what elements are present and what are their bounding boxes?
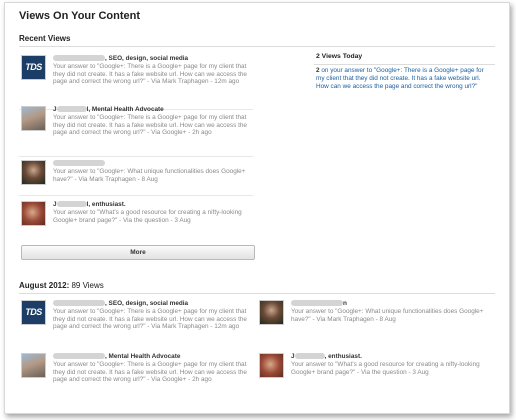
month-views: 89 Views xyxy=(71,281,104,290)
viewer-name[interactable]: l, Mental Health Advocate xyxy=(87,106,164,113)
recent-views-heading: Recent Views xyxy=(19,34,71,43)
redacted-name xyxy=(294,353,325,360)
view-snippet: Your answer to "Google+: What unique fun… xyxy=(53,167,246,183)
tds-logo-icon: TDS xyxy=(21,55,46,80)
avatar xyxy=(259,353,284,378)
divider xyxy=(19,46,495,47)
avatar xyxy=(21,353,46,378)
month-label: August 2012: xyxy=(19,281,70,290)
viewer-name[interactable]: , SEO, design, social media xyxy=(105,55,188,62)
viewer-name-initial: J xyxy=(53,106,57,113)
redacted-name xyxy=(56,106,87,113)
redacted-name xyxy=(56,201,87,208)
viewer-name[interactable]: , Mental Health Advocate xyxy=(105,353,180,360)
divider xyxy=(314,64,495,65)
view-snippet: Your answer to "Google+: There is a Goog… xyxy=(53,62,247,86)
redacted-name xyxy=(53,300,105,307)
viewer-name[interactable]: l, enthusiast. xyxy=(87,201,126,208)
view-snippet: Your answer to "Google+: There is a Goog… xyxy=(53,360,247,384)
redacted-name xyxy=(53,353,105,360)
viewer-name[interactable]: n xyxy=(343,300,347,307)
view-snippet: Your answer to "Google+: There is a Goog… xyxy=(53,307,247,331)
viewer-name-initial: J xyxy=(291,353,295,360)
views-panel: Views On Your Content Recent Views TDS ,… xyxy=(4,2,510,414)
views-today-heading: 2 Views Today xyxy=(316,53,363,60)
viewer-name-initial: J xyxy=(53,201,57,208)
view-snippet: Your answer to "Google+: There is a Goog… xyxy=(53,113,247,137)
viewer-name[interactable]: , SEO, design, social media xyxy=(105,300,188,307)
redacted-name xyxy=(53,55,105,62)
row-divider xyxy=(19,195,253,196)
month-heading: August 2012: 89 Views xyxy=(19,281,104,290)
row-divider xyxy=(19,156,253,157)
page-title: Views On Your Content xyxy=(19,10,141,22)
views-today-detail[interactable]: 2 on your answer to "Google+: There is a… xyxy=(316,67,492,90)
avatar xyxy=(21,106,46,131)
avatar xyxy=(259,300,284,325)
more-button[interactable]: More xyxy=(21,245,255,260)
redacted-name xyxy=(291,300,343,307)
avatar xyxy=(21,201,46,226)
avatar xyxy=(21,160,46,185)
viewer-name[interactable]: , enthusiast. xyxy=(325,353,362,360)
redacted-name xyxy=(53,160,105,167)
view-snippet: Your answer to "What's a good resource f… xyxy=(53,208,242,224)
view-snippet: Your answer to "Google+: What unique fun… xyxy=(291,307,484,323)
view-snippet: Your answer to "What's a good resource f… xyxy=(291,360,480,376)
tds-logo-icon: TDS xyxy=(21,300,46,325)
views-today-link[interactable]: on your answer to "Google+: There is a G… xyxy=(316,67,484,90)
divider xyxy=(19,293,495,294)
